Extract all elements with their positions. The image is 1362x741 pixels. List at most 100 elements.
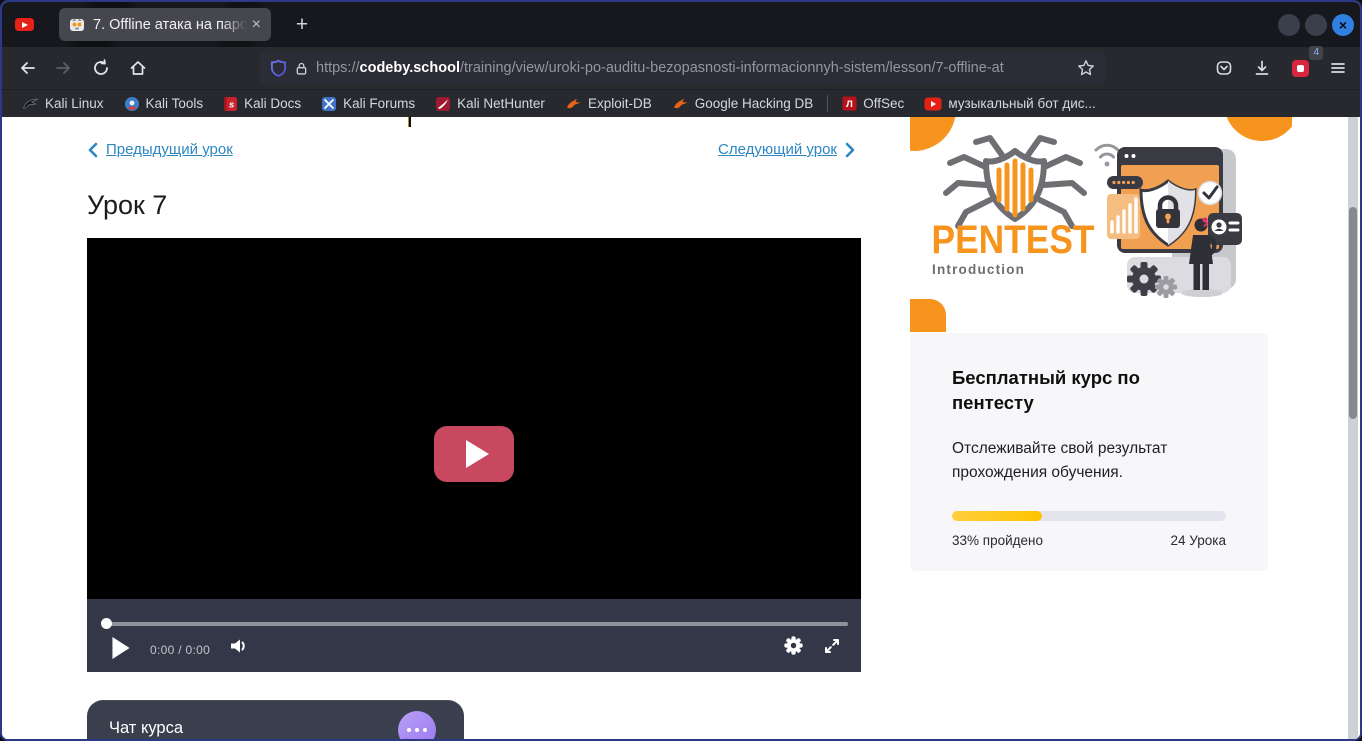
downloads-button[interactable] xyxy=(1246,52,1278,84)
bookmark-offsec[interactable]: Л OffSec xyxy=(832,92,914,116)
banner-deco-blob xyxy=(910,299,946,332)
codeby-favicon-icon xyxy=(69,17,85,33)
chat-title: Чат курса xyxy=(109,719,183,738)
fullscreen-icon[interactable] xyxy=(823,637,841,655)
back-arrow-icon xyxy=(18,59,36,77)
home-button[interactable] xyxy=(122,52,154,84)
chat-bubble-icon[interactable] xyxy=(398,711,436,739)
kali-dragon-icon xyxy=(22,96,39,112)
bookmark-music-bot[interactable]: музыкальный бот дис... xyxy=(914,92,1105,116)
tab-close-icon[interactable]: × xyxy=(250,16,263,34)
kali-nethunter-icon xyxy=(435,96,451,112)
extension-icon xyxy=(1292,60,1309,77)
svg-text:s: s xyxy=(229,99,234,110)
bookmark-label: OffSec xyxy=(863,96,904,111)
bookmark-kali-linux[interactable]: Kali Linux xyxy=(12,92,114,116)
next-lesson-link[interactable]: Следующий урок xyxy=(718,141,856,158)
exploit-db-bird-icon xyxy=(565,96,582,111)
youtube-icon xyxy=(924,97,942,111)
bookmark-label: музыкальный бот дис... xyxy=(948,96,1095,111)
youtube-icon xyxy=(15,18,34,31)
lessons-count-label: 24 Урока xyxy=(1171,533,1226,548)
volume-icon[interactable] xyxy=(229,637,248,655)
forward-arrow-icon xyxy=(55,59,73,77)
tab-title: 7. Offline атака на пароли xyxy=(93,17,250,33)
tracking-protection-shield-icon[interactable] xyxy=(270,59,287,77)
kali-tools-icon xyxy=(124,96,140,112)
url-domain: codeby.school xyxy=(360,60,460,76)
url-path: /training/view/uroki-po-auditu-bezopasno… xyxy=(460,60,1004,76)
bookmark-label: Kali Tools xyxy=(146,96,204,111)
bookmark-star-icon[interactable] xyxy=(1077,59,1095,77)
video-controls-bar: 0:00 / 0:00 xyxy=(87,599,861,672)
big-play-button[interactable] xyxy=(434,426,514,482)
url-bar[interactable]: https://codeby.school/training/view/urok… xyxy=(260,52,1105,84)
current-time: 0:00 xyxy=(150,643,175,657)
tab-bar: 7. Offline атака на пароли × + × xyxy=(2,2,1360,47)
video-player: 0:00 / 0:00 xyxy=(87,238,861,672)
banner-brand-text: PENTEST xyxy=(932,218,1095,262)
hamburger-menu-icon xyxy=(1329,59,1347,77)
settings-gear-icon[interactable] xyxy=(784,636,803,655)
video-screen[interactable] xyxy=(87,238,861,599)
bookmark-label: Exploit-DB xyxy=(588,96,652,111)
page-scrollbar[interactable] xyxy=(1348,117,1358,739)
bookmark-label: Kali NetHunter xyxy=(457,96,545,111)
bookmark-kali-forums[interactable]: Kali Forums xyxy=(311,92,425,116)
video-progress-thumb[interactable] xyxy=(101,618,112,629)
active-tab[interactable]: 7. Offline атака на пароли × xyxy=(59,8,271,41)
course-card-title: Бесплатный курс по пентесту xyxy=(952,366,1226,416)
reload-icon xyxy=(92,59,110,77)
ghdb-bird-icon xyxy=(672,96,689,111)
bookmark-kali-docs[interactable]: s Kali Docs xyxy=(213,92,311,116)
reload-button[interactable] xyxy=(85,52,117,84)
back-button[interactable] xyxy=(11,52,43,84)
minimize-button[interactable] xyxy=(1278,14,1300,36)
banner-deco-circle xyxy=(1224,117,1292,141)
kali-forums-icon xyxy=(321,96,337,112)
course-progress-card: Бесплатный курс по пентесту Отслеживайте… xyxy=(910,333,1268,571)
home-icon xyxy=(129,59,147,77)
clipped-heading-fragment xyxy=(408,117,411,127)
chevron-left-icon xyxy=(87,142,98,158)
previous-lesson-link[interactable]: Предыдущий урок xyxy=(87,141,233,158)
video-time: 0:00 / 0:00 xyxy=(150,643,210,657)
pentest-course-banner[interactable]: PENTEST Introduction xyxy=(910,117,1292,332)
bookmark-google-hacking-db[interactable]: Google Hacking DB xyxy=(662,92,824,116)
progress-percent-label: 33% пройдено xyxy=(952,533,1043,548)
bookmark-exploit-db[interactable]: Exploit-DB xyxy=(555,92,662,116)
video-progress-track[interactable] xyxy=(105,622,848,626)
download-icon xyxy=(1253,59,1271,77)
pinned-tab-youtube[interactable] xyxy=(14,17,34,32)
menu-button[interactable] xyxy=(1322,52,1354,84)
scrollbar-thumb[interactable] xyxy=(1349,207,1357,419)
close-button[interactable]: × xyxy=(1332,14,1354,36)
forward-button[interactable] xyxy=(48,52,80,84)
bookmark-kali-nethunter[interactable]: Kali NetHunter xyxy=(425,92,555,116)
bookmarks-separator xyxy=(827,95,828,112)
pocket-button[interactable] xyxy=(1208,52,1240,84)
extension-badge: 4 xyxy=(1309,46,1323,60)
lesson-title: Урок 7 xyxy=(87,190,167,221)
bookmark-label: Kali Linux xyxy=(45,96,104,111)
browser-window: 7. Offline атака на пароли × + × xyxy=(0,0,1362,741)
lock-icon xyxy=(294,60,309,77)
bookmark-kali-tools[interactable]: Kali Tools xyxy=(114,92,214,116)
time-separator: / xyxy=(178,643,182,657)
banner-deco-circle xyxy=(910,117,956,151)
url-scheme: https:// xyxy=(316,60,360,76)
maximize-button[interactable] xyxy=(1305,14,1327,36)
chevron-right-icon xyxy=(845,142,856,158)
bookmark-label: Kali Docs xyxy=(244,96,301,111)
new-tab-button[interactable]: + xyxy=(290,13,314,37)
svg-text:Л: Л xyxy=(846,99,853,110)
play-icon[interactable] xyxy=(111,637,131,659)
duration: 0:00 xyxy=(185,643,210,657)
extension-button[interactable]: 4 xyxy=(1284,52,1316,84)
navigation-toolbar: https://codeby.school/training/view/urok… xyxy=(2,47,1360,89)
bookmark-label: Kali Forums xyxy=(343,96,415,111)
bookmarks-toolbar: Kali Linux Kali Tools s Kali Docs Kali F… xyxy=(2,89,1360,117)
security-illustration xyxy=(1096,145,1242,298)
course-chat-widget[interactable]: Чат курса xyxy=(87,700,464,739)
kali-docs-icon: s xyxy=(223,96,238,112)
